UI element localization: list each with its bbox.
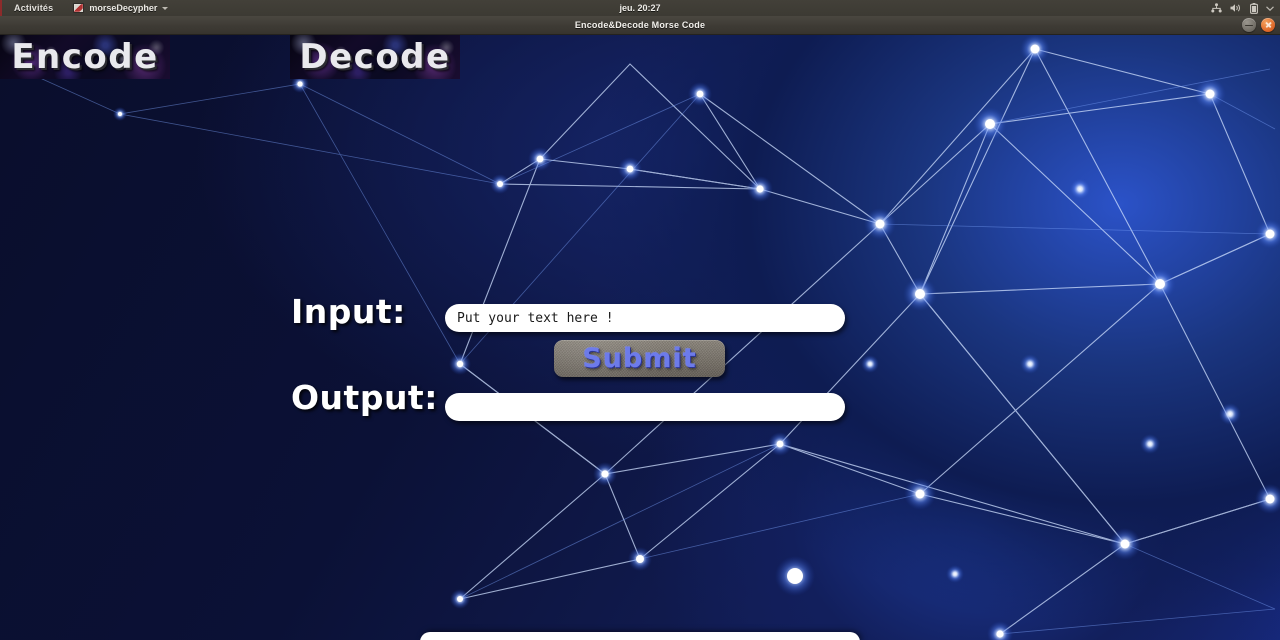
submit-button[interactable]: Submit bbox=[554, 340, 725, 377]
output-text-field[interactable] bbox=[445, 393, 845, 421]
topbar-left-group: Activités morseDecypher bbox=[0, 0, 174, 16]
chevron-down-icon bbox=[162, 6, 169, 10]
app-menu-button[interactable]: morseDecypher bbox=[67, 0, 174, 16]
volume-icon[interactable] bbox=[1230, 3, 1242, 13]
gnome-top-bar: Activités morseDecypher jeu. 20:27 bbox=[0, 0, 1280, 16]
close-icon[interactable] bbox=[1261, 18, 1275, 32]
bottom-partial-field[interactable] bbox=[420, 632, 860, 640]
topbar-status-area bbox=[1211, 0, 1274, 16]
input-text-field[interactable] bbox=[445, 304, 845, 332]
network-icon[interactable] bbox=[1211, 3, 1222, 13]
banner-decode[interactable]: Decode bbox=[290, 34, 460, 79]
network-nodes-graphic bbox=[19, 34, 1280, 640]
output-label: Output: bbox=[291, 378, 438, 417]
window-icon bbox=[73, 3, 85, 13]
topbar-edge-accent bbox=[0, 0, 2, 16]
activities-button[interactable]: Activités bbox=[8, 0, 59, 16]
banner-encode[interactable]: Encode bbox=[0, 34, 170, 79]
banner-encode-label: Encode bbox=[11, 36, 159, 77]
battery-icon[interactable] bbox=[1250, 2, 1258, 14]
banner-decode-label: Decode bbox=[299, 36, 451, 77]
minimize-icon[interactable] bbox=[1242, 18, 1256, 32]
submit-button-label: Submit bbox=[582, 343, 697, 374]
app-menu-label: morseDecypher bbox=[89, 3, 158, 13]
window-title: Encode&Decode Morse Code bbox=[574, 20, 706, 30]
web-page-viewport: Encode Decode Input: Submit Output: bbox=[0, 34, 1280, 640]
window-titlebar[interactable]: Encode&Decode Morse Code bbox=[0, 16, 1280, 35]
input-label: Input: bbox=[291, 292, 406, 331]
window-controls bbox=[1242, 18, 1275, 32]
clock[interactable]: jeu. 20:27 bbox=[0, 3, 1280, 13]
system-menu-chevron-down-icon[interactable] bbox=[1266, 5, 1274, 11]
network-background-image bbox=[0, 34, 1280, 640]
